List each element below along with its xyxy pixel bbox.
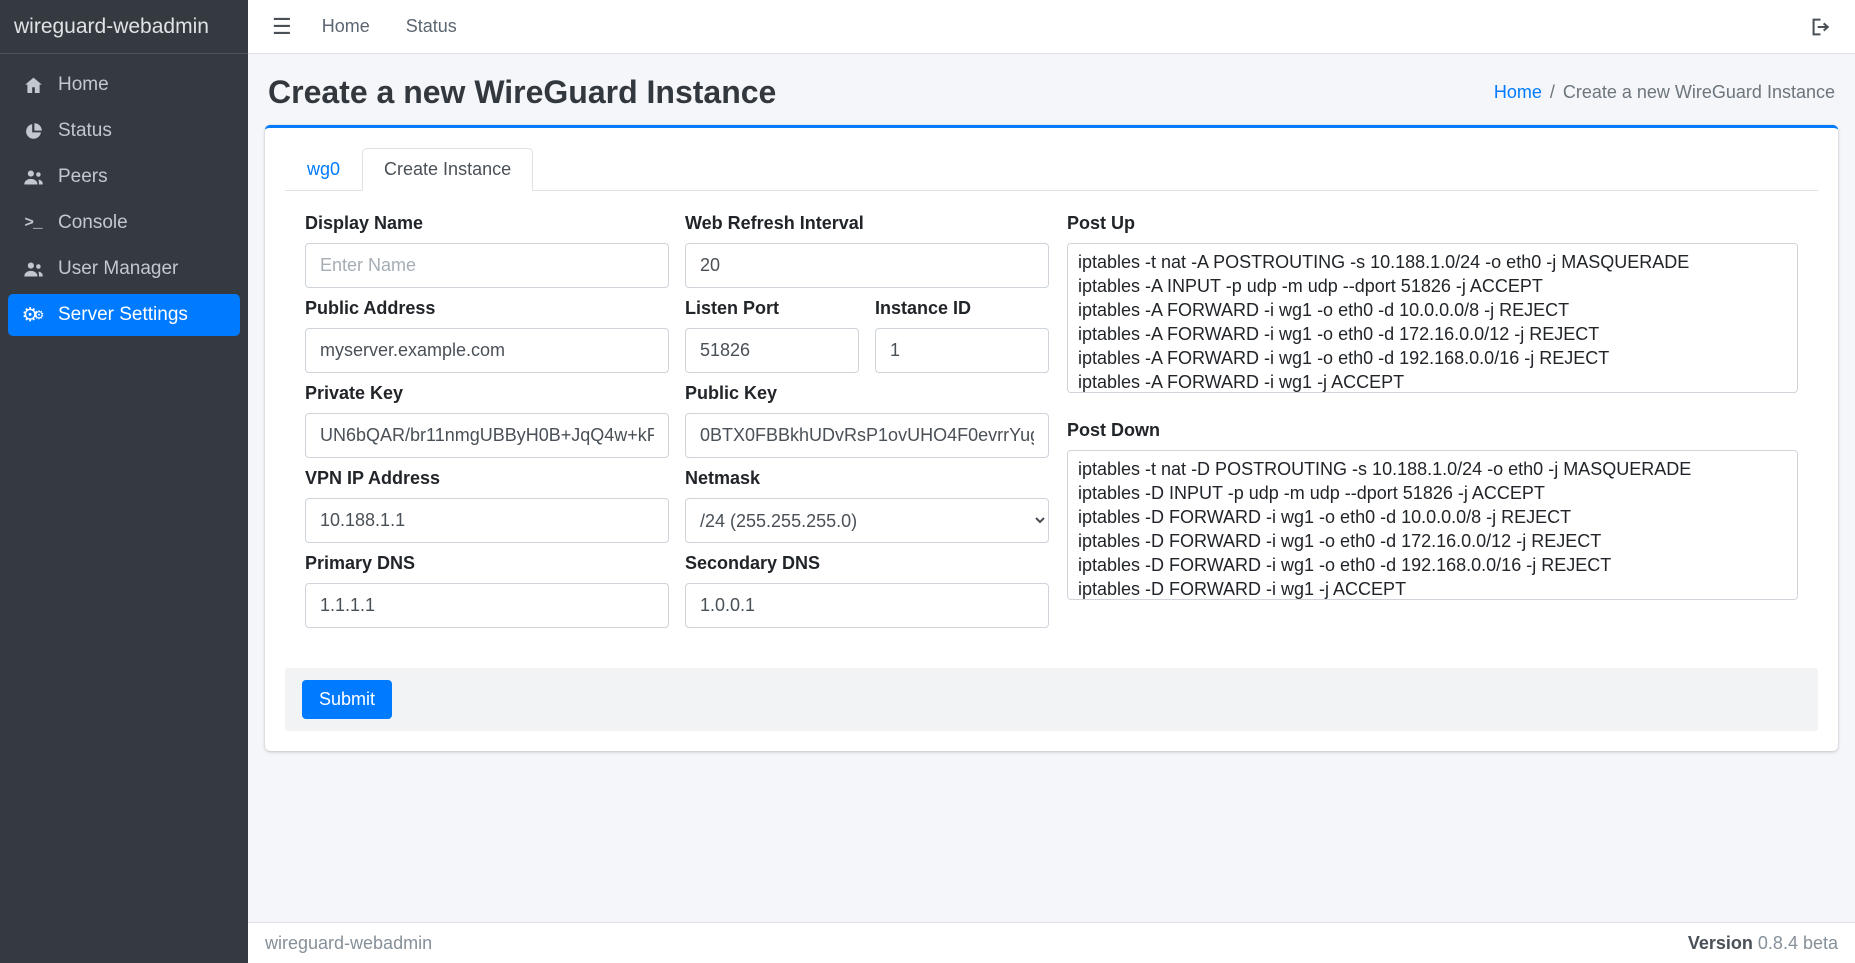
post-down-label: Post Down: [1067, 420, 1798, 441]
form-footer: Submit: [285, 668, 1818, 731]
brand-label: wireguard-webadmin: [14, 15, 209, 39]
instance-tabs: wg0 Create Instance: [285, 148, 1818, 191]
netmask-group: Netmask /24 (255.255.255.0): [685, 468, 1049, 543]
secondary-dns-label: Secondary DNS: [685, 553, 1049, 574]
menu-icon: ☰: [272, 14, 292, 39]
footer-version: Version 0.8.4 beta: [1688, 933, 1838, 954]
sidebar-item-label: Console: [58, 212, 128, 234]
sidebar-item-console[interactable]: >_ Console: [8, 202, 240, 244]
breadcrumb-current: Create a new WireGuard Instance: [1563, 82, 1835, 103]
sidebar-item-server-settings[interactable]: ⚙⚙ Server Settings: [8, 294, 240, 336]
post-down-group: Post Down iptables -t nat -D POSTROUTING…: [1067, 420, 1798, 605]
users-icon: [18, 167, 48, 188]
netmask-label: Netmask: [685, 468, 1049, 489]
post-up-group: Post Up iptables -t nat -A POSTROUTING -…: [1067, 213, 1798, 398]
breadcrumb: Home / Create a new WireGuard Instance: [1494, 82, 1835, 103]
post-down-textarea[interactable]: iptables -t nat -D POSTROUTING -s 10.188…: [1067, 450, 1798, 600]
sidebar-item-label: Home: [58, 74, 109, 96]
private-key-group: Private Key: [305, 383, 669, 458]
public-address-label: Public Address: [305, 298, 669, 319]
primary-dns-input[interactable]: [305, 583, 669, 628]
tab-create-instance[interactable]: Create Instance: [362, 148, 533, 191]
terminal-icon: >_: [18, 214, 48, 232]
users-icon: [18, 259, 48, 280]
vpn-ip-group: VPN IP Address: [305, 468, 669, 543]
form-right-column: Post Up iptables -t nat -A POSTROUTING -…: [1067, 213, 1798, 638]
brand-link[interactable]: wireguard-webadmin: [0, 0, 248, 54]
gears-icon: ⚙⚙: [18, 306, 48, 325]
content-header: Create a new WireGuard Instance Home / C…: [265, 54, 1838, 125]
sidebar-nav: Home Status Peers >_ Console: [0, 54, 248, 346]
sidebar-item-user-manager[interactable]: User Manager: [8, 248, 240, 290]
topnav-link-home[interactable]: Home: [322, 16, 370, 37]
web-refresh-interval-label: Web Refresh Interval: [685, 213, 1049, 234]
sidebar: wireguard-webadmin Home Status Peers: [0, 0, 248, 963]
breadcrumb-home-link[interactable]: Home: [1494, 82, 1542, 103]
page-title: Create a new WireGuard Instance: [268, 74, 776, 111]
tab-wg0[interactable]: wg0: [285, 148, 362, 191]
netmask-select[interactable]: /24 (255.255.255.0): [685, 498, 1049, 543]
display-name-group: Display Name: [305, 213, 669, 288]
submit-button[interactable]: Submit: [302, 680, 392, 719]
footer-brand: wireguard-webadmin: [265, 933, 432, 954]
menu-toggle-button[interactable]: ☰: [272, 16, 292, 38]
app-window: wireguard-webadmin Home Status Peers: [0, 0, 1855, 963]
post-up-textarea[interactable]: iptables -t nat -A POSTROUTING -s 10.188…: [1067, 243, 1798, 393]
instance-card: wg0 Create Instance Display Name Web Ref: [265, 125, 1838, 751]
primary-dns-group: Primary DNS: [305, 553, 669, 628]
instance-id-input[interactable]: [875, 328, 1049, 373]
secondary-dns-input[interactable]: [685, 583, 1049, 628]
sidebar-item-peers[interactable]: Peers: [8, 156, 240, 198]
private-key-input[interactable]: [305, 413, 669, 458]
vpn-ip-label: VPN IP Address: [305, 468, 669, 489]
top-navbar: ☰ Home Status: [248, 0, 1855, 54]
footer-version-value: 0.8.4 beta: [1758, 933, 1838, 953]
footer-version-label: Version: [1688, 933, 1753, 953]
sidebar-item-label: Status: [58, 120, 112, 142]
display-name-label: Display Name: [305, 213, 669, 234]
sidebar-item-status[interactable]: Status: [8, 110, 240, 152]
public-key-group: Public Key: [685, 383, 1049, 458]
primary-dns-label: Primary DNS: [305, 553, 669, 574]
instance-id-group: Instance ID: [875, 298, 1049, 373]
instance-form: Display Name Web Refresh Interval Public…: [285, 191, 1818, 638]
listen-port-input[interactable]: [685, 328, 859, 373]
form-left-columns: Display Name Web Refresh Interval Public…: [305, 213, 1049, 638]
listen-port-label: Listen Port: [685, 298, 859, 319]
logout-button[interactable]: [1809, 16, 1831, 38]
home-icon: [18, 75, 48, 96]
private-key-label: Private Key: [305, 383, 669, 404]
display-name-input[interactable]: [305, 243, 669, 288]
page-footer: wireguard-webadmin Version 0.8.4 beta: [248, 922, 1855, 963]
port-id-group: Listen Port Instance ID: [685, 298, 1049, 373]
post-up-label: Post Up: [1067, 213, 1798, 234]
web-refresh-interval-group: Web Refresh Interval: [685, 213, 1049, 288]
public-key-input[interactable]: [685, 413, 1049, 458]
public-address-group: Public Address: [305, 298, 669, 373]
public-key-label: Public Key: [685, 383, 1049, 404]
sidebar-item-label: Server Settings: [58, 304, 188, 326]
sidebar-item-label: User Manager: [58, 258, 178, 280]
web-refresh-interval-input[interactable]: [685, 243, 1049, 288]
breadcrumb-separator: /: [1550, 82, 1555, 103]
main-area: ☰ Home Status Create a new WireGuard Ins…: [248, 0, 1855, 963]
content-area: Create a new WireGuard Instance Home / C…: [248, 54, 1855, 922]
listen-port-group: Listen Port: [685, 298, 859, 373]
topnav-link-status[interactable]: Status: [406, 16, 457, 37]
vpn-ip-input[interactable]: [305, 498, 669, 543]
secondary-dns-group: Secondary DNS: [685, 553, 1049, 628]
pie-chart-icon: [18, 121, 48, 142]
sidebar-item-label: Peers: [58, 166, 108, 188]
public-address-input[interactable]: [305, 328, 669, 373]
sidebar-item-home[interactable]: Home: [8, 64, 240, 106]
sign-out-icon: [1809, 16, 1831, 38]
instance-id-label: Instance ID: [875, 298, 1049, 319]
